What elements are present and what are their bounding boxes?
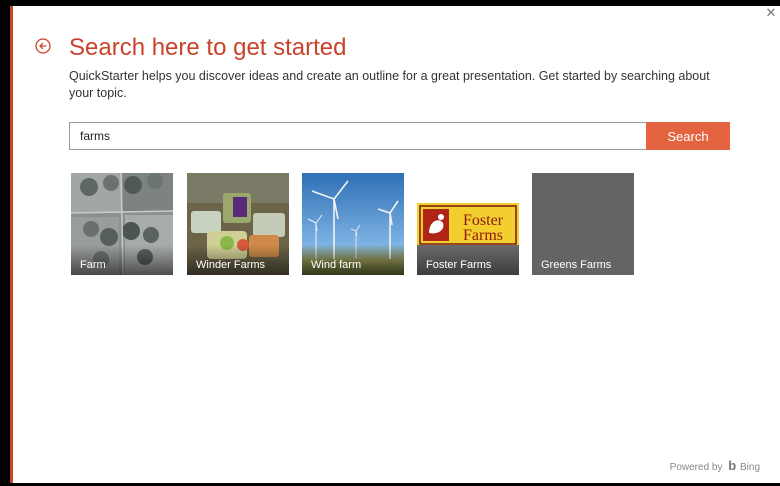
result-tile-farm[interactable]: Farm <box>71 173 173 275</box>
close-icon[interactable]: ✕ <box>764 6 778 20</box>
result-label: Wind farm <box>311 259 362 271</box>
result-label: Foster Farms <box>426 259 492 271</box>
svg-text:Farms: Farms <box>463 227 503 244</box>
bing-logo-icon: b <box>728 458 737 473</box>
quickstarter-pane: ✕ Search here to get started QuickStarte… <box>10 6 780 483</box>
page-description: QuickStarter helps you discover ideas an… <box>69 69 710 100</box>
back-arrow-circle-icon[interactable] <box>35 38 51 54</box>
result-tile-winder-farms[interactable]: Winder Farms <box>187 173 289 275</box>
result-label: Winder Farms <box>196 259 266 271</box>
page-title: Search here to get started <box>69 34 347 61</box>
result-tile-greens-farms[interactable]: Greens Farms <box>532 173 634 275</box>
result-label: Greens Farms <box>541 259 612 271</box>
search-input[interactable] <box>70 123 644 149</box>
powered-by-text: Powered by <box>669 462 723 473</box>
search-button[interactable]: Search <box>646 122 730 150</box>
powered-by-bing: Powered by b Bing <box>670 458 760 473</box>
result-tile-wind-farm[interactable]: Wind farm <box>302 173 404 275</box>
bing-text: Bing <box>739 462 760 473</box>
search-box: Search <box>69 122 730 150</box>
result-tile-foster-farms[interactable]: Foster Farms Foster Farms <box>417 173 519 275</box>
result-label: Farm <box>80 259 106 271</box>
